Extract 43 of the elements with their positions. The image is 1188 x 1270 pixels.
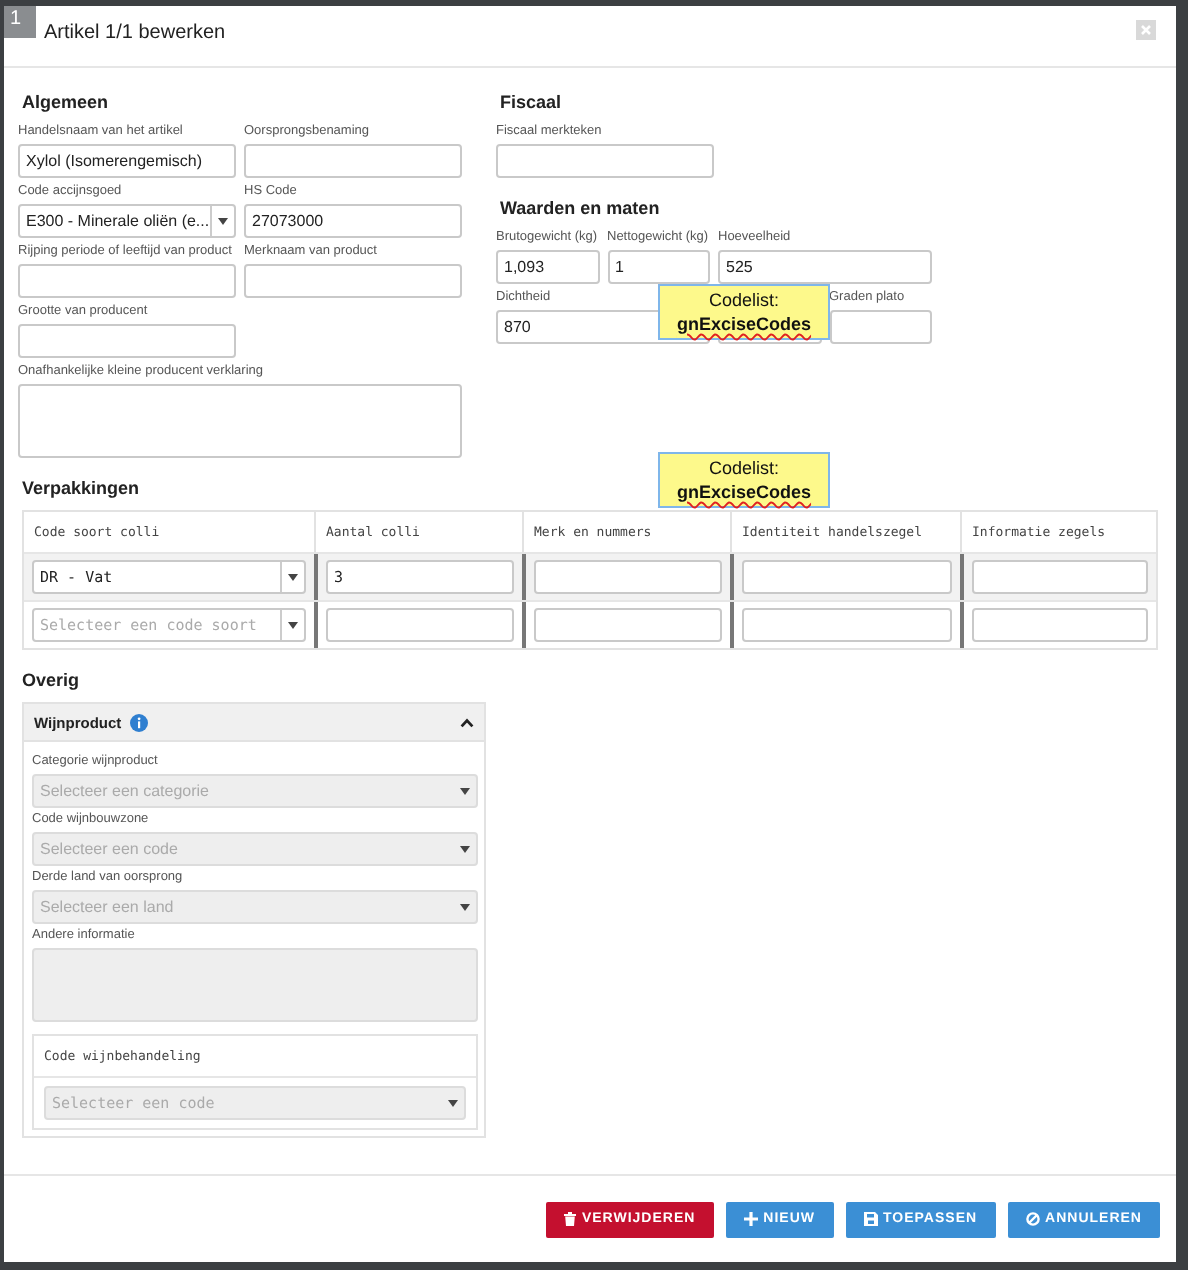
input-field[interactable]: [972, 560, 1148, 594]
input-field[interactable]: 525: [718, 250, 932, 284]
dialog-title: Artikel 1/1 bewerken: [44, 21, 226, 43]
input-field[interactable]: [742, 608, 952, 642]
section-heading: Verpakkingen: [22, 478, 140, 498]
input-field[interactable]: Xylol (Isomerengemisch): [18, 144, 236, 178]
codelist-tooltip: Codelist: gnExciseCodes: [658, 452, 830, 508]
section-heading: Overig: [22, 670, 80, 690]
caret-icon: [448, 1099, 458, 1107]
text-area[interactable]: [18, 384, 462, 458]
caret-icon: [288, 621, 298, 629]
input-field[interactable]: [326, 608, 514, 642]
number-badge: 1: [4, 6, 36, 38]
caret-icon: [460, 903, 470, 911]
caret-icon: [460, 787, 470, 795]
section-heading: Algemeen: [22, 92, 109, 112]
input-field[interactable]: [534, 560, 722, 594]
input-field[interactable]: [534, 608, 722, 642]
input-field[interactable]: [496, 144, 714, 178]
input-field[interactable]: 1,093: [496, 250, 599, 284]
trash-icon: [563, 1212, 576, 1226]
codelist-tooltip: Codelist: gnExciseCodes: [658, 284, 830, 340]
section-heading: Waarden en maten: [500, 198, 660, 218]
caret-icon: [218, 217, 228, 225]
input-field[interactable]: [244, 264, 462, 298]
save-icon: [863, 1212, 878, 1226]
plus-icon: [743, 1212, 758, 1226]
cancel-icon: [1025, 1212, 1040, 1226]
select-field[interactable]: E300 - Minerale oliën (e...: [18, 204, 236, 238]
info-icon: [129, 713, 148, 731]
input-field[interactable]: [829, 310, 932, 344]
input-field[interactable]: [244, 144, 462, 178]
chevron-up-icon[interactable]: [460, 717, 474, 727]
input-field[interactable]: 1: [607, 250, 710, 284]
close-button[interactable]: [1136, 20, 1156, 40]
section-heading: Fiscaal: [500, 92, 562, 112]
caret-icon: [288, 573, 298, 581]
input-field[interactable]: [18, 264, 236, 298]
caret-icon: [460, 845, 470, 853]
input-field[interactable]: 27073000: [244, 204, 462, 238]
input-field[interactable]: [742, 560, 952, 594]
input-field[interactable]: [972, 608, 1148, 642]
input-field[interactable]: [18, 324, 236, 358]
